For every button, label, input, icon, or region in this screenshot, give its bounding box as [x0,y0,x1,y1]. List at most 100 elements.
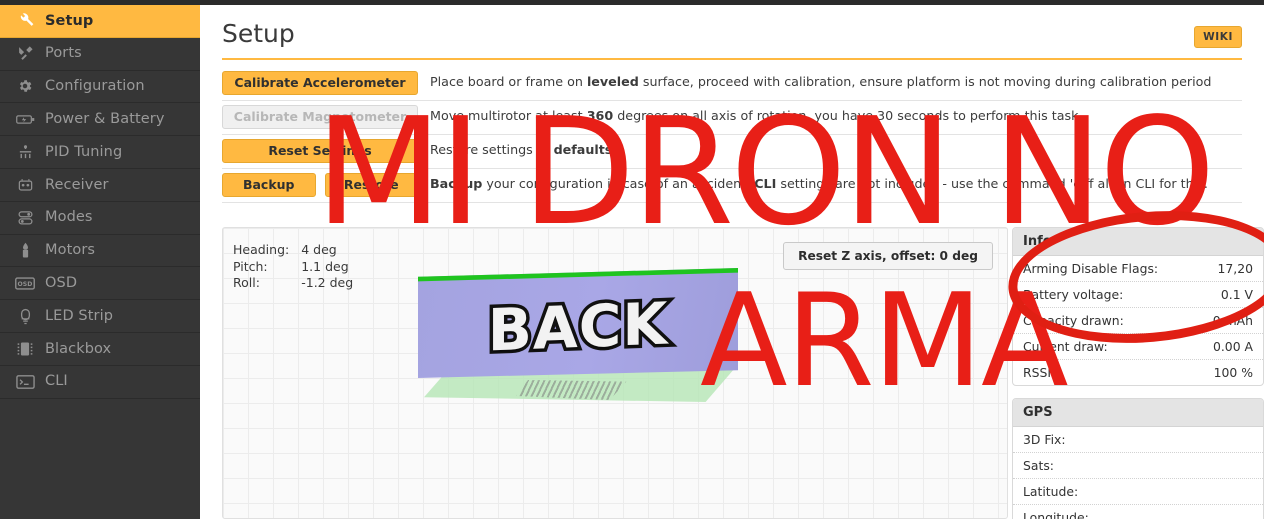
osd-icon: OSD [14,274,36,292]
sidebar-item-ports[interactable]: Ports [0,38,200,71]
attitude-label: Pitch: [233,258,268,274]
action-description: Place board or frame on leveled surface,… [422,67,1242,96]
wrench-icon [14,12,36,30]
info-row-battery-voltage: Battery voltage: 0.1 V [1013,282,1263,308]
desc-part-bold: Backup [430,176,483,191]
action-rows: Calibrate Accelerometer Place board or f… [222,67,1242,203]
attitude-label: Roll: [233,275,260,290]
action-description: Restore settings to defaults [422,135,1242,164]
info-panel-title: Info [1013,228,1263,256]
sidebar-item-label: Power & Battery [45,111,165,128]
desc-part-bold: 360 [586,108,614,123]
sidebar-item-label: Ports [45,45,82,62]
desc-part-bold: defaults [553,142,613,157]
sidebar-item-motors[interactable]: Motors [0,235,200,268]
desc-part-bold: leveled [586,74,639,89]
blackbox-icon [14,340,36,358]
sidebar-item-modes[interactable]: Modes [0,202,200,235]
right-panels: Info Arming Disable Flags: 17,20 Battery… [1012,227,1264,519]
info-row-capacity-drawn: Capacity drawn: 0 mAh [1013,308,1263,334]
sidebar-item-label: Configuration [45,78,145,95]
svg-text:OSD: OSD [18,281,33,288]
info-row-arming-disable-flags: Arming Disable Flags: 17,20 [1013,256,1263,282]
sidebar-item-power-battery[interactable]: Power & Battery [0,103,200,137]
desc-part: Place board or frame on [430,74,587,89]
row-value: 0.00 A [1212,339,1253,354]
desc-part: Restore settings to [430,142,554,157]
reset-settings-button[interactable]: Reset Settings [222,139,418,163]
sliders-icon [14,143,36,161]
sidebar-item-blackbox[interactable]: Blackbox [0,333,200,366]
terminal-icon [14,373,36,391]
header-divider [222,58,1242,60]
model-orientation-label: BACK [484,286,672,368]
desc-part: degrees on all axis of rotation, you hav… [613,108,1079,123]
action-description: Move multirotor at least 360 degrees on … [422,101,1242,130]
sidebar-item-led-strip[interactable]: LED Strip [0,300,200,333]
info-row-current-draw: Current draw: 0.00 A [1013,334,1263,360]
calibrate-magnetometer-button[interactable]: Calibrate Magnetometer [222,105,418,129]
gps-panel-title: GPS [1013,399,1263,427]
row-label: Capacity drawn: [1023,313,1124,328]
sidebar-item-receiver[interactable]: Receiver [0,169,200,202]
action-row-backup-restore: Backup Restore Backup your configuration… [222,169,1242,203]
gps-row-sats: Sats: [1013,453,1263,479]
sidebar-item-label: Motors [45,242,96,259]
attitude-row: Roll: -1.2 deg [233,275,353,292]
sidebar-item-label: Modes [45,209,93,226]
action-row-calibrate-accelerometer: Calibrate Accelerometer Place board or f… [222,67,1242,101]
lower-region: Heading: 4 deg Pitch: 1.1 deg Roll: -1.2… [222,227,1264,519]
attitude-value: -1.2 deg [301,275,354,290]
action-buttons: Calibrate Magnetometer [222,101,422,129]
sidebar-item-label: PID Tuning [45,143,123,160]
transmitter-icon [14,176,36,194]
sidebar-item-osd[interactable]: OSD OSD [0,267,200,301]
calibrate-accelerometer-button[interactable]: Calibrate Accelerometer [222,71,418,95]
sidebar-item-label: Blackbox [45,340,112,357]
page-title: Setup [222,19,295,48]
row-label: 3D Fix: [1023,432,1066,447]
backup-button[interactable]: Backup [222,173,316,197]
motor-icon [14,241,36,259]
window-top-bar [0,0,1264,5]
sidebar-item-cli[interactable]: CLI [0,366,200,399]
row-label: Longitude: [1023,510,1089,519]
content-header: Setup WIKI [200,5,1264,49]
gps-row-3d-fix: 3D Fix: [1013,427,1263,453]
toggles-icon [14,209,36,227]
action-buttons: Calibrate Accelerometer [222,67,422,95]
sidebar-item-configuration[interactable]: Configuration [0,71,200,104]
row-label: Sats: [1023,458,1054,473]
desc-part: Move multirotor at least [430,108,587,123]
sidebar-item-label: OSD [45,275,78,292]
attitude-3d-viewport[interactable]: Heading: 4 deg Pitch: 1.1 deg Roll: -1.2… [222,227,1008,519]
attitude-value: 1.1 deg [301,258,349,274]
row-label: Arming Disable Flags: [1023,261,1159,276]
sidebar-item-label: CLI [45,373,68,390]
row-label: RSSI: [1023,365,1056,380]
main-content: Setup WIKI Calibrate Accelerometer Place… [200,5,1264,519]
sidebar-item-label: Receiver [45,176,109,193]
attitude-row: Pitch: 1.1 deg [233,259,353,276]
reset-z-axis-button[interactable]: Reset Z axis, offset: 0 deg [783,242,993,270]
action-row-reset-settings: Reset Settings Restore settings to defau… [222,135,1242,169]
sidebar-item-label: LED Strip [45,307,113,324]
action-buttons: Backup Restore [222,169,422,197]
sidebar: Setup Ports Configuration Power & Batter… [0,5,200,519]
attitude-value: 4 deg [301,242,337,257]
row-label: Battery voltage: [1023,287,1124,302]
action-row-calibrate-magnetometer: Calibrate Magnetometer Move multirotor a… [222,101,1242,135]
plug-icon [14,45,36,63]
wiki-button[interactable]: WIKI [1194,26,1242,48]
gear-icon [14,77,36,95]
gps-panel: GPS 3D Fix: Sats: Latitude: Longitude: [1012,398,1264,519]
desc-part-bold: CLI [754,176,777,191]
battery-icon [14,110,36,128]
row-value: 100 % [1213,365,1253,380]
flight-controller-3d-model: BACK [418,268,748,402]
sidebar-item-pid-tuning[interactable]: PID Tuning [0,136,200,169]
attitude-row: Heading: 4 deg [233,242,353,259]
restore-button[interactable]: Restore [324,173,418,197]
sidebar-item-setup[interactable]: Setup [0,5,200,38]
desc-part: settings are not included - use the comm… [776,176,1208,191]
